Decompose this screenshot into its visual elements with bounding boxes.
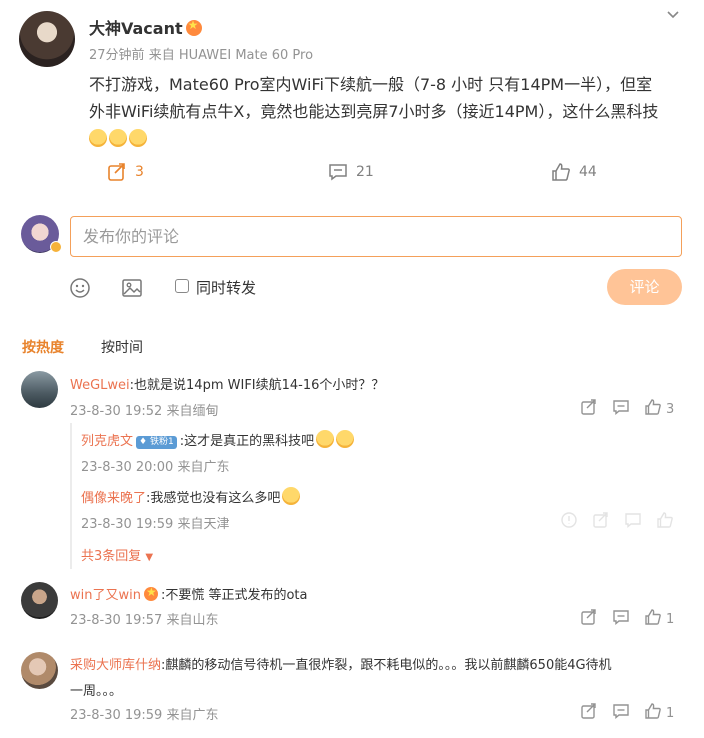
- comment-source: 来自广东: [166, 708, 219, 723]
- share-icon[interactable]: [580, 398, 598, 420]
- comment-actions: 1: [566, 608, 674, 630]
- reply-time: 23-8-30 20:00: [81, 460, 174, 475]
- post-source: 来自 HUAWEI Mate 60 Pro: [148, 48, 314, 63]
- comment-username[interactable]: win了又win: [70, 588, 141, 603]
- laugh-emoji-icon: [316, 430, 335, 448]
- post-text-line1: 不打游戏，Mate60 Pro室内WiFi下续航一般（7-8 小时 只有14PM…: [89, 75, 653, 94]
- fan-badge-label: 铁粉1: [149, 437, 174, 447]
- comment-username[interactable]: WeGLwei: [70, 378, 130, 393]
- comment-line: WeGLwei:也就是说14pm WIFI续航14-16个小时？？: [70, 374, 384, 393]
- comment-time: 23-8-30 19:59: [70, 708, 163, 723]
- tab-sort-hot[interactable]: 按热度: [22, 337, 64, 357]
- post-time[interactable]: 27分钟前: [89, 48, 145, 63]
- comment-line: 采购大师库什纳:麒麟的移动信号待机一直很炸裂，跟不耗电似的。。。我以前麒麟650…: [70, 654, 612, 673]
- like-button[interactable]: 44: [551, 162, 597, 182]
- reply-meta: 23-8-30 19:59 来自天津: [81, 513, 230, 532]
- reply-icon[interactable]: [624, 511, 642, 533]
- comment-meta: 23-8-30 19:59 来自广东: [70, 704, 219, 723]
- like-icon[interactable]: [644, 398, 662, 420]
- reply-text: :这才是真正的黑科技吧: [179, 434, 315, 449]
- post-author[interactable]: 大神Vacant: [89, 15, 202, 39]
- like-icon[interactable]: [644, 608, 662, 630]
- comment-line: win了又win :不要慌 等正式发布的ota: [70, 584, 308, 603]
- share-icon[interactable]: [580, 608, 598, 630]
- reply-source: 来自广东: [177, 460, 230, 475]
- comment-time: 23-8-30 19:57: [70, 613, 163, 628]
- comment-text: :也就是说14pm WIFI续航14-16个小时？？: [129, 378, 385, 393]
- reply-icon[interactable]: [612, 702, 630, 724]
- verified-badge-icon: [50, 241, 62, 253]
- caret-down-icon: ▼: [145, 552, 154, 563]
- image-upload-icon[interactable]: [120, 276, 144, 300]
- more-replies-label: 共3条回复: [81, 549, 142, 564]
- report-icon[interactable]: [560, 511, 578, 533]
- reply-line: 偶像来晚了:我感觉也没有这么多吧: [81, 487, 302, 506]
- more-replies-link[interactable]: 共3条回复 ▼: [81, 545, 153, 564]
- post-meta: 27分钟前 来自 HUAWEI Mate 60 Pro: [89, 44, 313, 63]
- author-avatar[interactable]: [19, 11, 75, 67]
- comment-meta: 23-8-30 19:57 来自山东: [70, 609, 219, 628]
- grin-sweat-emoji-icon: [89, 129, 107, 147]
- repost-icon: [108, 163, 125, 181]
- share-icon[interactable]: [580, 702, 598, 724]
- vip-crown-icon: [185, 18, 202, 36]
- comment-input[interactable]: [70, 216, 682, 257]
- comment-text-continued: 一周。。。: [70, 684, 123, 699]
- reply-actions: [546, 511, 674, 533]
- comment-text: :麒麟的移动信号待机一直很炸裂，跟不耗电似的。。。我以前麒麟650能4G待机: [161, 658, 612, 673]
- grin-sweat-emoji-icon: [109, 129, 127, 147]
- repost-button[interactable]: 3: [107, 162, 144, 182]
- comment-actions: 3: [566, 398, 674, 420]
- vip-crown-icon: [143, 585, 158, 601]
- grin-sweat-emoji-icon: [129, 129, 147, 147]
- crying-laugh-emoji-icon: [282, 487, 301, 505]
- comment-username[interactable]: 采购大师库什纳: [70, 658, 161, 673]
- comment-like-count: 1: [666, 611, 675, 627]
- fan-badge: ♦ 铁粉1: [136, 436, 177, 449]
- reply-time: 23-8-30 19:59: [81, 517, 174, 532]
- forward-label[interactable]: 同时转发: [196, 277, 256, 298]
- commenter-avatar[interactable]: [21, 652, 58, 689]
- chevron-down-icon[interactable]: [665, 6, 683, 24]
- comment-meta: 23-8-30 19:52 来自缅甸: [70, 400, 219, 419]
- commenter-avatar[interactable]: [21, 371, 58, 408]
- post-body: 不打游戏，Mate60 Pro室内WiFi下续航一般（7-8 小时 只有14PM…: [89, 71, 689, 152]
- post-text-line2: 外非WiFi续航有点牛X，竟然也能达到亮屏7小时多（接近14PM），这什么黑科技: [89, 102, 659, 121]
- reply-meta: 23-8-30 20:00 来自广东: [81, 456, 230, 475]
- comment-text: :不要慌 等正式发布的ota: [160, 588, 308, 603]
- thumbs-up-icon: [552, 163, 570, 181]
- like-count: 44: [579, 164, 597, 180]
- comment-source: 来自山东: [166, 613, 219, 628]
- comment-time: 23-8-30 19:52: [70, 404, 163, 419]
- comment-actions: 1: [566, 702, 674, 724]
- emoji-picker-icon[interactable]: [68, 276, 92, 300]
- author-name[interactable]: 大神Vacant: [89, 19, 183, 38]
- commenter-avatar[interactable]: [21, 582, 58, 619]
- comment-like-count: 3: [666, 401, 675, 417]
- reply-source: 来自天津: [177, 517, 230, 532]
- share-icon[interactable]: [592, 511, 610, 533]
- comment-like-count: 1: [666, 705, 675, 721]
- post-emojis: [89, 125, 689, 152]
- comment-button[interactable]: 21: [328, 162, 374, 182]
- comment-icon: [329, 164, 347, 181]
- comment-count: 21: [356, 164, 374, 180]
- reply-icon[interactable]: [612, 608, 630, 630]
- tab-sort-time[interactable]: 按时间: [101, 337, 143, 357]
- like-icon[interactable]: [656, 511, 674, 533]
- reply-username[interactable]: 列克虎文: [81, 434, 133, 449]
- comment-source: 来自缅甸: [166, 404, 219, 419]
- repost-count: 3: [135, 164, 144, 180]
- laugh-emoji-icon: [336, 430, 355, 448]
- reply-username[interactable]: 偶像来晚了: [81, 491, 146, 506]
- like-icon[interactable]: [644, 702, 662, 724]
- reply-line: 列克虎文 ♦ 铁粉1:这才是真正的黑科技吧: [81, 430, 356, 449]
- forward-checkbox[interactable]: [175, 279, 189, 293]
- reply-icon[interactable]: [612, 398, 630, 420]
- reply-text: :我感觉也没有这么多吧: [146, 491, 281, 506]
- submit-comment-button[interactable]: 评论: [607, 269, 682, 305]
